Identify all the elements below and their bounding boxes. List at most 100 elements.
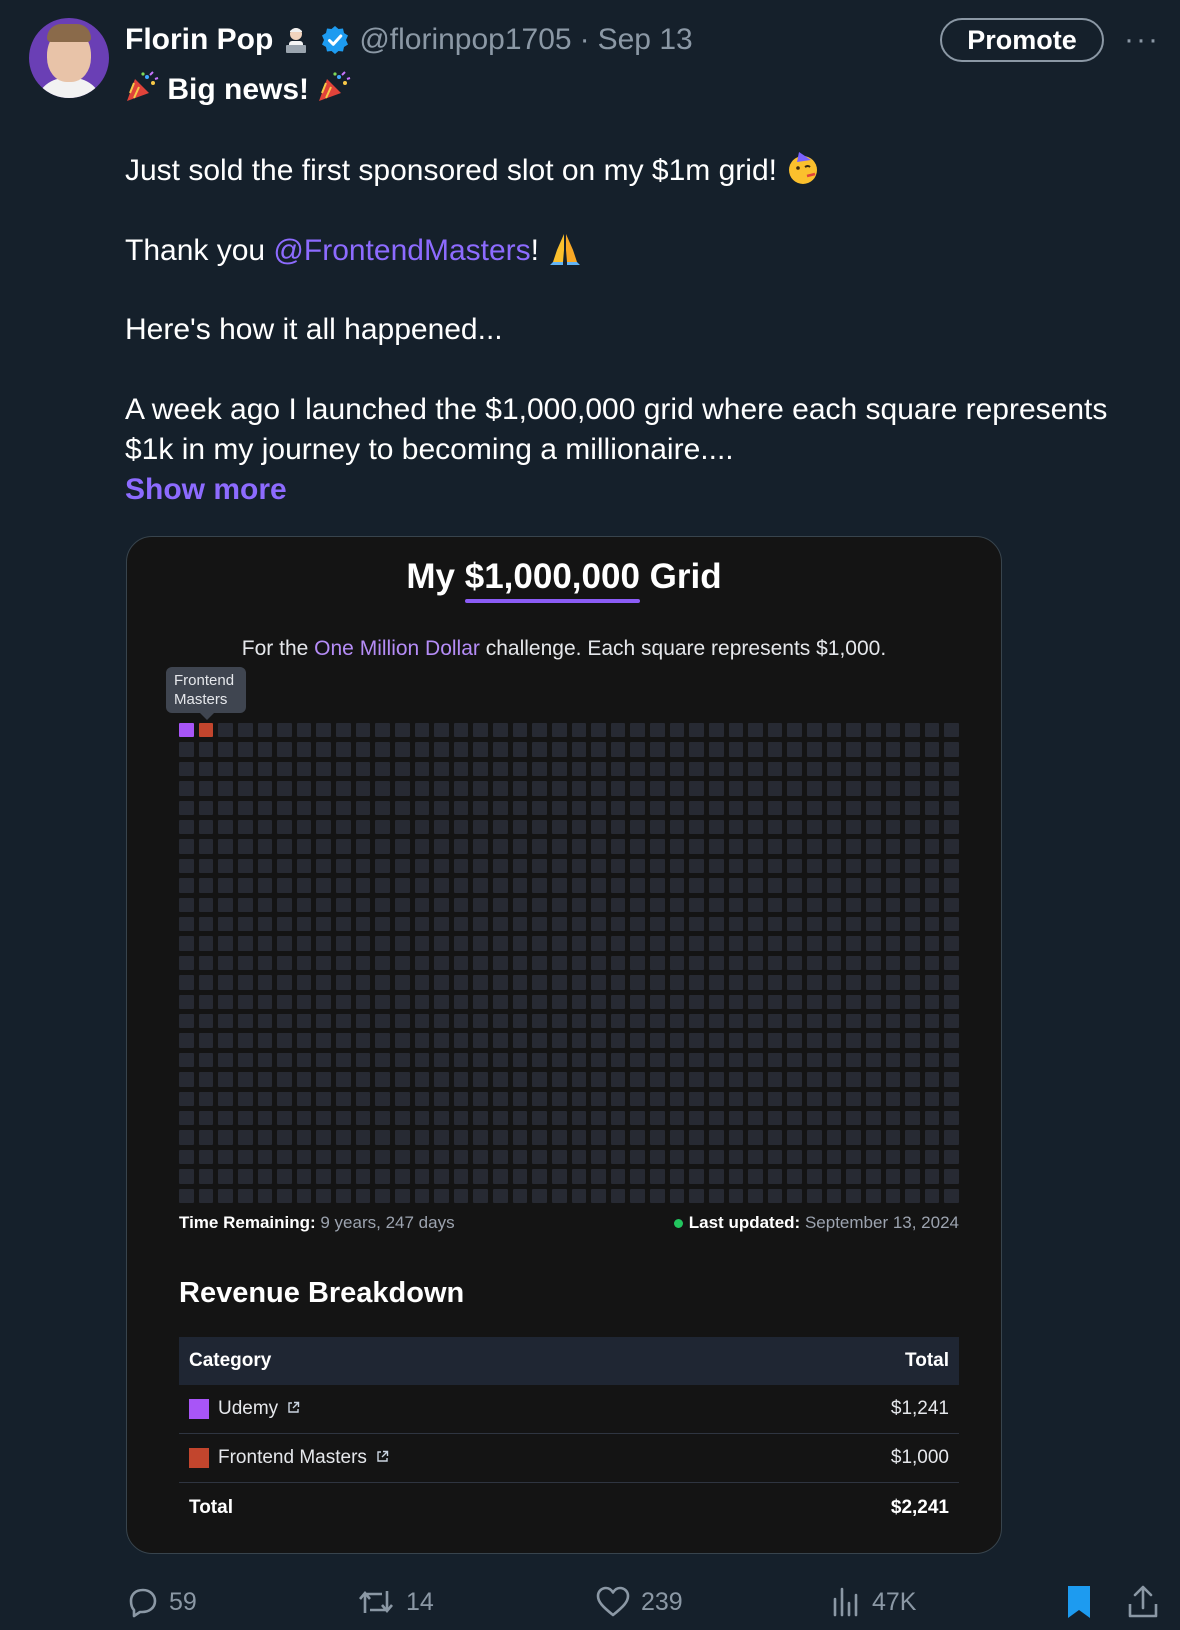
grid-square[interactable] (885, 1052, 901, 1068)
grid-square[interactable] (944, 936, 959, 951)
grid-square[interactable] (414, 800, 430, 815)
grid-square[interactable] (453, 858, 469, 874)
grid-square[interactable] (532, 975, 547, 990)
grid-square[interactable] (473, 858, 488, 874)
grid-square[interactable] (807, 781, 822, 796)
grid-square[interactable] (316, 1052, 331, 1068)
grid-square[interactable] (767, 1013, 783, 1029)
grid-square[interactable] (571, 1013, 587, 1029)
grid-square[interactable] (179, 1169, 194, 1184)
grid-square[interactable] (787, 878, 802, 893)
grid-square[interactable] (316, 1013, 331, 1029)
grid-square[interactable] (316, 878, 331, 893)
grid-square[interactable] (551, 723, 567, 738)
grid-square[interactable] (708, 800, 724, 815)
grid-square[interactable] (277, 878, 292, 893)
grid-square[interactable] (179, 858, 194, 874)
grid-square[interactable] (787, 1091, 802, 1106)
grid-square[interactable] (237, 800, 253, 815)
grid-square[interactable] (630, 1033, 645, 1048)
grid-square[interactable] (473, 897, 488, 912)
grid-square[interactable] (885, 955, 901, 971)
grid-square[interactable] (414, 1033, 430, 1048)
grid-square[interactable] (237, 897, 253, 912)
grid-square[interactable] (748, 878, 763, 893)
grid-square[interactable] (610, 800, 626, 815)
grid-square[interactable] (434, 723, 449, 738)
grid-square[interactable] (846, 819, 861, 835)
grid-square[interactable] (296, 897, 312, 912)
grid-square[interactable] (453, 839, 469, 854)
grid-square[interactable] (237, 742, 253, 757)
grid-square[interactable] (316, 761, 331, 777)
grid-square[interactable] (336, 1130, 351, 1145)
grid-square[interactable] (630, 1188, 645, 1203)
grid-square[interactable] (237, 916, 253, 932)
grid-square[interactable] (316, 1110, 331, 1126)
grid-square[interactable] (767, 839, 783, 854)
grid-square[interactable] (846, 1033, 861, 1048)
grid-square[interactable] (551, 936, 567, 951)
grid-square[interactable] (748, 955, 763, 971)
grid-square[interactable] (865, 1149, 881, 1165)
grid-square[interactable] (944, 839, 959, 854)
grid-square[interactable] (375, 916, 390, 932)
grid-square[interactable] (296, 878, 312, 893)
grid-square[interactable] (807, 1072, 822, 1087)
grid-square[interactable] (630, 916, 645, 932)
grid-square[interactable] (924, 858, 940, 874)
grid-square[interactable] (355, 819, 371, 835)
grid-square[interactable] (610, 1169, 626, 1184)
grid-square[interactable] (748, 858, 763, 874)
grid-square[interactable] (453, 1130, 469, 1145)
grid-square[interactable] (728, 897, 744, 912)
grid-square[interactable] (277, 1188, 292, 1203)
grid-square[interactable] (493, 819, 508, 835)
grid-square[interactable] (571, 1130, 587, 1145)
grid-square[interactable] (944, 975, 959, 990)
row-category-label[interactable]: Udemy (218, 1398, 278, 1420)
grid-square[interactable] (610, 723, 626, 738)
grid-square[interactable] (198, 761, 214, 777)
grid-square[interactable] (336, 819, 351, 835)
grid-square[interactable] (198, 839, 214, 854)
grid-square[interactable] (316, 800, 331, 815)
grid-square[interactable] (434, 1052, 449, 1068)
grid-square[interactable] (257, 858, 273, 874)
grid-square[interactable] (473, 1033, 488, 1048)
grid-square[interactable] (375, 1013, 390, 1029)
views-action[interactable]: 47K (830, 1580, 916, 1624)
grid-square[interactable] (473, 781, 488, 796)
grid-square[interactable] (198, 1130, 214, 1145)
author-handle[interactable]: @florinpop1705 (359, 23, 571, 57)
grid-square[interactable] (885, 1169, 901, 1184)
grid-square[interactable] (512, 800, 528, 815)
grid-square[interactable] (336, 800, 351, 815)
grid-square[interactable] (493, 955, 508, 971)
grid-square[interactable] (532, 897, 547, 912)
grid-square[interactable] (375, 761, 390, 777)
grid-square[interactable] (944, 916, 959, 932)
grid-square[interactable] (610, 1110, 626, 1126)
grid-square[interactable] (767, 858, 783, 874)
grid-square[interactable] (924, 1072, 940, 1087)
grid-square[interactable] (532, 1013, 547, 1029)
grid-square[interactable] (591, 781, 606, 796)
grid-square[interactable] (807, 1110, 822, 1126)
like-action[interactable]: 239 (595, 1580, 683, 1624)
grid-square[interactable] (728, 1013, 744, 1029)
grid-square[interactable] (669, 742, 685, 757)
grid-square[interactable] (689, 1013, 704, 1029)
grid-square[interactable] (532, 781, 547, 796)
grid-square[interactable] (650, 1169, 665, 1184)
grid-square[interactable] (708, 1169, 724, 1184)
grid-square[interactable] (532, 878, 547, 893)
grid-square[interactable] (336, 1091, 351, 1106)
grid-square[interactable] (414, 723, 430, 738)
grid-square[interactable] (532, 761, 547, 777)
grid-square[interactable] (375, 1052, 390, 1068)
grid-square[interactable] (630, 1110, 645, 1126)
grid-square[interactable] (237, 936, 253, 951)
grid-square[interactable] (748, 916, 763, 932)
grid-square[interactable] (453, 878, 469, 893)
